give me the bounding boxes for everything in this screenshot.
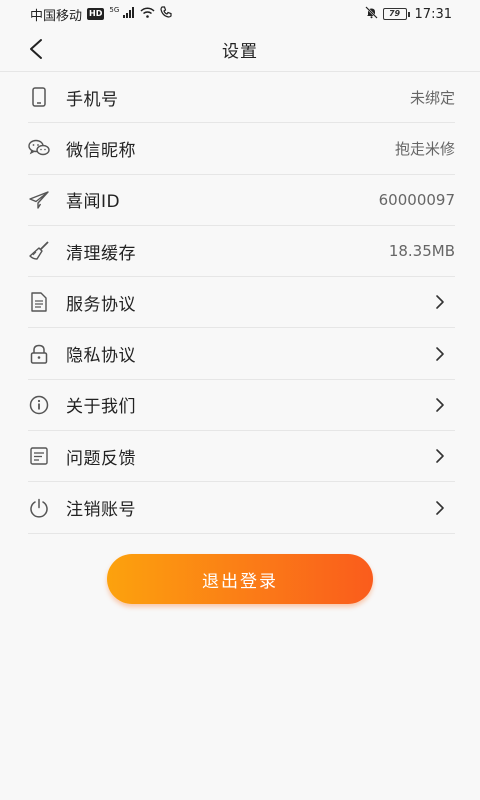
settings-row-label: 清理缓存: [66, 243, 136, 264]
settings-row-label: 注销账号: [66, 500, 136, 521]
phone-icon: [28, 86, 50, 108]
power-icon: [28, 497, 50, 519]
settings-row-label: 问题反馈: [66, 448, 136, 469]
chevron-right-icon: [433, 498, 447, 518]
paper-plane-icon: [28, 189, 50, 211]
clock: 17:31: [414, 6, 452, 22]
battery-icon: 79: [382, 8, 410, 20]
wechat-icon: [28, 137, 50, 159]
battery-level: 79: [382, 8, 407, 20]
settings-row-feedback[interactable]: 问题反馈: [28, 431, 455, 483]
settings-row-label: 微信昵称: [66, 140, 136, 161]
back-button[interactable]: [22, 35, 50, 63]
page-title: 设置: [222, 42, 258, 62]
settings-list: 手机号 未绑定 微信昵称 抱走米修 喜闻ID 60000097 清理缓存 18.…: [28, 72, 455, 534]
info-icon: [28, 394, 50, 416]
network-type: 5G: [109, 6, 120, 15]
settings-row-label: 服务协议: [66, 294, 136, 315]
settings-row-phone[interactable]: 手机号 未绑定: [28, 72, 455, 124]
settings-row-label: 隐私协议: [66, 346, 136, 367]
document-icon: [28, 291, 50, 313]
hd-badge: HD: [87, 8, 105, 20]
settings-row-value: 60000097: [378, 190, 455, 209]
settings-row-label: 关于我们: [66, 397, 136, 418]
settings-row-wechat[interactable]: 微信昵称 抱走米修: [28, 123, 455, 175]
settings-row-value: 未绑定: [409, 88, 455, 107]
settings-row-value: 抱走米修: [394, 139, 455, 158]
settings-row-service-agreement[interactable]: 服务协议: [28, 277, 455, 329]
chevron-right-icon: [433, 344, 447, 364]
settings-row-label: 手机号: [66, 89, 119, 110]
feedback-icon: [28, 445, 50, 467]
broom-icon: [28, 240, 50, 262]
carrier-name: 中国移动: [30, 8, 83, 24]
status-bar-right: 79 17:31: [364, 5, 452, 23]
settings-row-value: 18.35MB: [388, 242, 455, 261]
settings-row-privacy[interactable]: 隐私协议: [28, 328, 455, 380]
lock-icon: [28, 343, 50, 365]
chevron-right-icon: [433, 395, 447, 415]
chevron-right-icon: [433, 446, 447, 466]
settings-row-id[interactable]: 喜闻ID 60000097: [28, 175, 455, 226]
nav-header: 设置: [0, 28, 480, 72]
wifi-icon: [140, 6, 155, 22]
chevron-right-icon: [433, 292, 447, 312]
settings-row-about[interactable]: 关于我们: [28, 380, 455, 432]
settings-row-cancel-account[interactable]: 注销账号: [28, 482, 455, 534]
logout-button[interactable]: 退出登录: [107, 554, 373, 604]
chevron-left-icon: [30, 39, 42, 59]
status-bar-left: 中国移动 HD 5G: [30, 5, 172, 24]
call-icon: [160, 6, 172, 22]
settings-row-clear-cache[interactable]: 清理缓存 18.35MB: [28, 226, 455, 278]
settings-row-label: 喜闻ID: [66, 192, 121, 213]
signal-icon: 5G: [109, 6, 135, 21]
status-bar: 中国移动 HD 5G 79 17:31: [0, 0, 480, 28]
mute-icon: [364, 5, 378, 23]
